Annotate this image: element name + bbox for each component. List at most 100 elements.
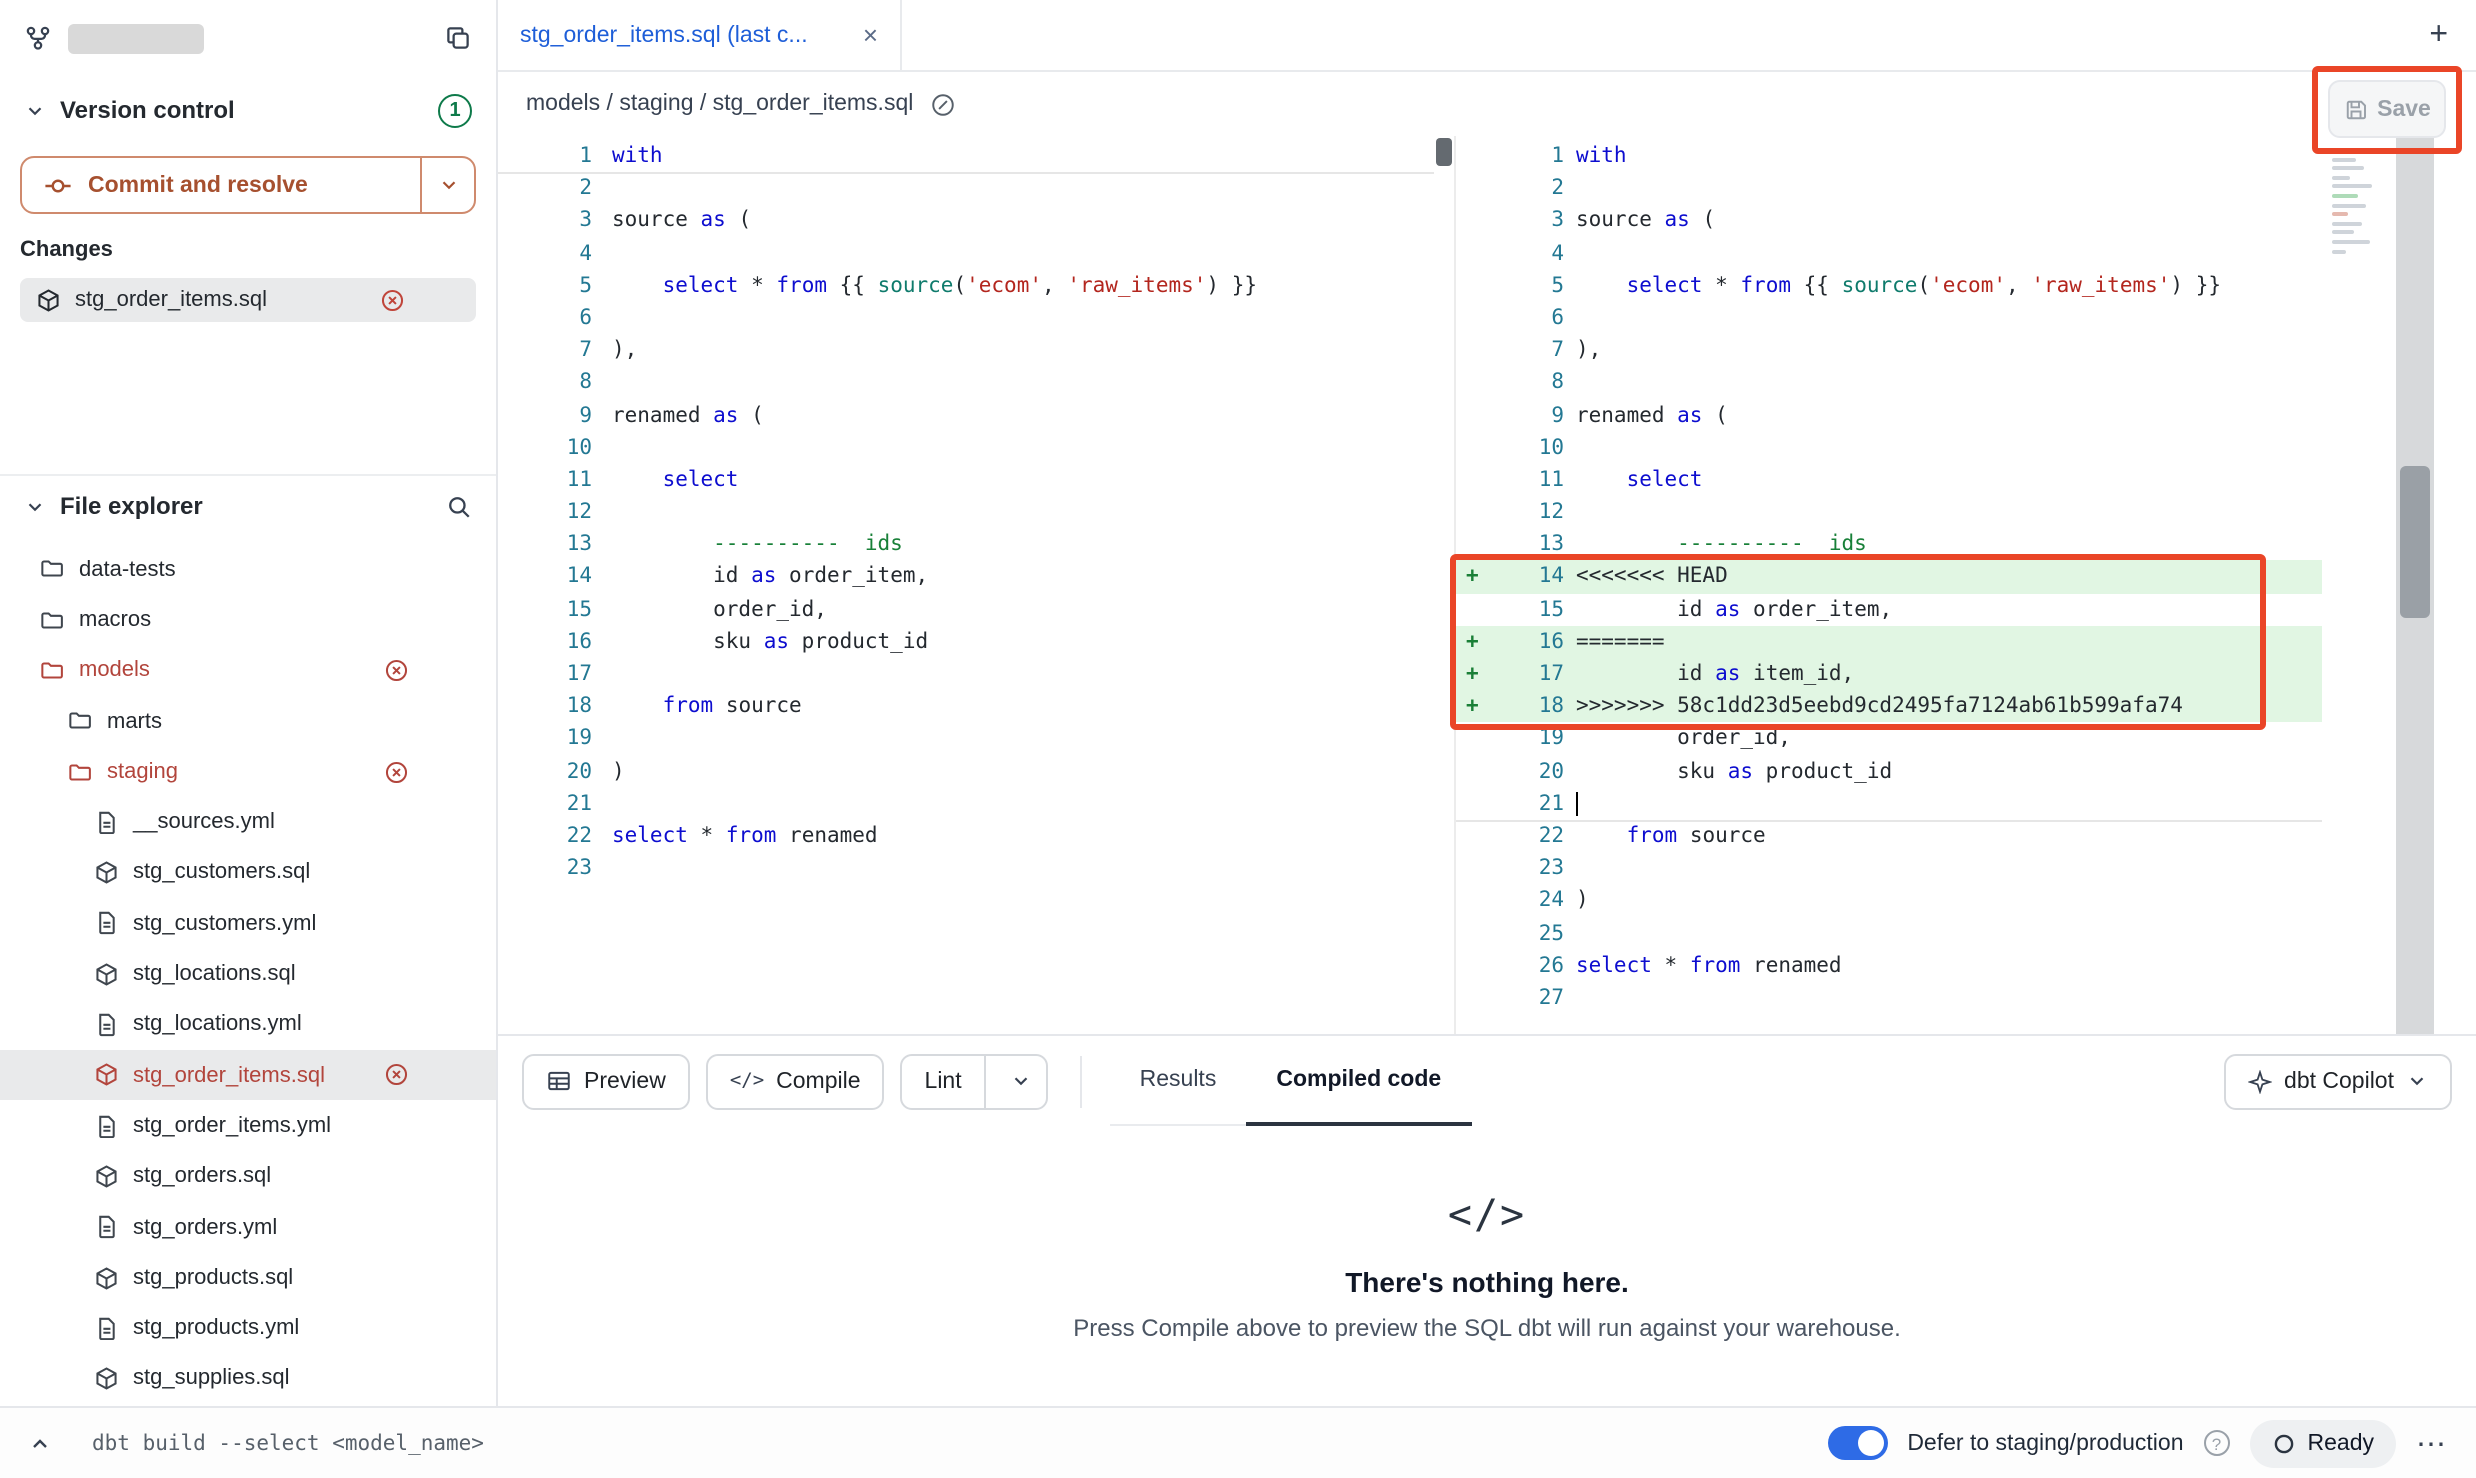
edit-icon[interactable]: [929, 91, 955, 117]
code-line[interactable]: 22 from source: [1456, 820, 2322, 852]
code-line[interactable]: 13 ---------- ids: [498, 529, 1434, 561]
code-line[interactable]: 9renamed as (: [1456, 399, 2322, 431]
code-line[interactable]: 23: [498, 852, 1434, 884]
file-tree-item[interactable]: staging: [0, 746, 496, 797]
code-line[interactable]: 6: [498, 302, 1434, 334]
preview-button[interactable]: Preview: [522, 1053, 690, 1109]
code-line[interactable]: 5 select * from {{ source('ecom', 'raw_i…: [1456, 270, 2322, 302]
file-explorer-header[interactable]: File explorer: [0, 476, 496, 536]
code-line[interactable]: 1with: [1456, 140, 2322, 172]
code-line[interactable]: 23: [1456, 852, 2322, 884]
code-line[interactable]: 20 sku as product_id: [1456, 755, 2322, 787]
code-line[interactable]: 13 ---------- ids: [1456, 529, 2322, 561]
file-tree-item[interactable]: data-tests: [0, 544, 496, 595]
code-line[interactable]: 20): [498, 755, 1434, 787]
workspace-icon[interactable]: [24, 24, 52, 52]
version-control-header[interactable]: Version control 1: [0, 84, 496, 136]
code-line[interactable]: 2: [1456, 172, 2322, 204]
code-line[interactable]: 6: [1456, 302, 2322, 334]
close-icon[interactable]: ×: [863, 20, 878, 50]
commit-and-resolve-button[interactable]: Commit and resolve: [20, 156, 476, 214]
lint-button[interactable]: Lint: [901, 1053, 1048, 1109]
file-tree-item[interactable]: stg_locations.sql: [0, 949, 496, 1000]
overflow-menu-button[interactable]: ⋯: [2416, 1425, 2448, 1461]
code-line[interactable]: 7),: [1456, 334, 2322, 366]
code-line[interactable]: 4: [498, 237, 1434, 269]
code-line[interactable]: +18>>>>>>> 58c1dd23d5eebd9cd2495fa7124ab…: [1456, 690, 2322, 722]
build-command[interactable]: dbt build --select <model_name>: [92, 1431, 484, 1455]
file-tree-item[interactable]: __sources.yml: [0, 797, 496, 848]
search-icon[interactable]: [446, 493, 472, 519]
code-line[interactable]: 3source as (: [498, 205, 1434, 237]
chevron-down-icon[interactable]: [24, 99, 46, 121]
dbt-copilot-button[interactable]: dbt Copilot: [2224, 1053, 2452, 1109]
scrollbar-thumb[interactable]: [2400, 466, 2430, 618]
file-tree-item[interactable]: stg_order_items.yml: [0, 1101, 496, 1152]
file-tree-item[interactable]: stg_locations.yml: [0, 999, 496, 1050]
file-tree-item[interactable]: stg_products.sql: [0, 1252, 496, 1303]
commit-options-chevron[interactable]: [422, 158, 474, 212]
status-ready-pill[interactable]: Ready: [2250, 1419, 2397, 1467]
file-tree-item[interactable]: marts: [0, 696, 496, 747]
changed-file-item[interactable]: stg_order_items.sql: [20, 278, 476, 322]
editor-pane-original[interactable]: 1with23source as (45 select * from {{ so…: [498, 136, 1454, 1034]
code-line[interactable]: 24): [1456, 885, 2322, 917]
code-line[interactable]: 27: [1456, 982, 2322, 1014]
code-line[interactable]: 19: [498, 723, 1434, 755]
code-line[interactable]: 17: [498, 658, 1434, 690]
code-line[interactable]: 21: [498, 788, 1434, 820]
code-line[interactable]: 9renamed as (: [498, 399, 1434, 431]
code-line[interactable]: 15 id as order_item,: [1456, 593, 2322, 625]
code-line[interactable]: 3source as (: [1456, 205, 2322, 237]
compile-button[interactable]: </> Compile: [706, 1053, 885, 1109]
editor-pane-current[interactable]: 1with23source as (45 select * from {{ so…: [1454, 136, 2476, 1034]
code-line[interactable]: 22select * from renamed: [498, 820, 1434, 852]
code-line[interactable]: 14 id as order_item,: [498, 561, 1434, 593]
file-tree-item[interactable]: macros: [0, 595, 496, 646]
file-tree-item[interactable]: models: [0, 645, 496, 696]
code-line[interactable]: 5 select * from {{ source('ecom', 'raw_i…: [498, 270, 1434, 302]
code-line[interactable]: 16 sku as product_id: [498, 626, 1434, 658]
commit-main[interactable]: Commit and resolve: [22, 158, 422, 212]
lint-label[interactable]: Lint: [903, 1055, 986, 1107]
code-line[interactable]: 12: [1456, 496, 2322, 528]
new-tab-button[interactable]: +: [2429, 17, 2448, 53]
editor-scrollbar[interactable]: [2396, 136, 2434, 1034]
code-line[interactable]: 7),: [498, 334, 1434, 366]
defer-toggle[interactable]: [1827, 1426, 1887, 1460]
copy-icon[interactable]: [444, 24, 472, 52]
file-tree-item[interactable]: stg_orders.sql: [0, 1151, 496, 1202]
tab-compiled-code[interactable]: Compiled code: [1246, 1036, 1471, 1124]
code-line[interactable]: 10: [498, 431, 1434, 463]
file-tree-item[interactable]: stg_products.yml: [0, 1303, 496, 1354]
chevron-up-icon[interactable]: [28, 1431, 52, 1455]
code-line[interactable]: 1with: [498, 140, 1434, 172]
code-line[interactable]: +14<<<<<<< HEAD: [1456, 561, 2322, 593]
code-line[interactable]: 2: [498, 172, 1434, 204]
file-tree-item[interactable]: stg_customers.sql: [0, 848, 496, 899]
file-tree-item[interactable]: stg_customers.yml: [0, 898, 496, 949]
help-icon[interactable]: ?: [2204, 1430, 2230, 1456]
code-line[interactable]: 26select * from renamed: [1456, 949, 2322, 981]
code-line[interactable]: 25: [1456, 917, 2322, 949]
file-tree-item[interactable]: stg_orders.yml: [0, 1202, 496, 1253]
code-line[interactable]: 12: [498, 496, 1434, 528]
code-line[interactable]: 4: [1456, 237, 2322, 269]
code-line[interactable]: +16=======: [1456, 626, 2322, 658]
code-line[interactable]: 10: [1456, 431, 2322, 463]
code-line[interactable]: 15 order_id,: [498, 593, 1434, 625]
file-tree-item[interactable]: stg_order_items.sql: [0, 1050, 496, 1101]
code-line[interactable]: 8: [1456, 367, 2322, 399]
code-line[interactable]: 11 select: [498, 464, 1434, 496]
code-line[interactable]: +17 id as item_id,: [1456, 658, 2322, 690]
lint-options-chevron[interactable]: [998, 1055, 1046, 1107]
code-line[interactable]: 8: [498, 367, 1434, 399]
tab-results[interactable]: Results: [1110, 1036, 1247, 1124]
file-tree-item[interactable]: stg_supplies.sql: [0, 1354, 496, 1405]
chevron-down-icon[interactable]: [24, 495, 46, 517]
tab-stg-order-items[interactable]: stg_order_items.sql (last c... ×: [498, 0, 902, 70]
code-line[interactable]: 18 from source: [498, 690, 1434, 722]
save-button[interactable]: Save: [2328, 80, 2446, 138]
code-line[interactable]: 11 select: [1456, 464, 2322, 496]
code-line[interactable]: 19 order_id,: [1456, 723, 2322, 755]
